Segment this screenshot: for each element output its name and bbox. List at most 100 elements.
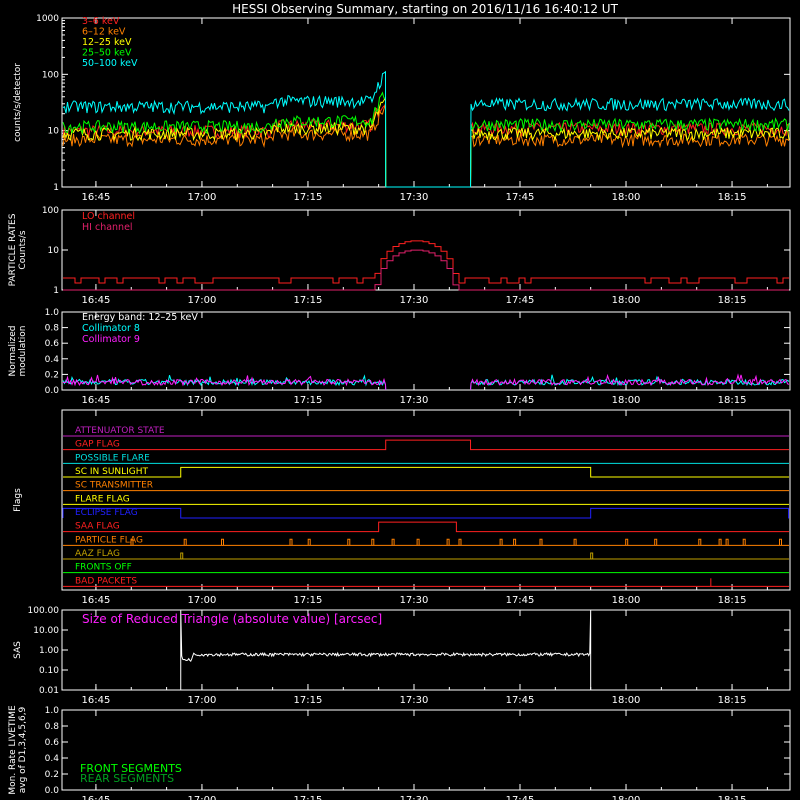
y-tick-label: 0.4 (45, 754, 60, 764)
y-axis-label: avg of D1,3,4,5,6,9 (18, 706, 28, 793)
y-tick-label: 100 (42, 70, 59, 80)
legend-entry: LO channel (82, 211, 135, 222)
flag-label: FRONTS OFF (75, 563, 132, 573)
y-tick-label: 10 (48, 246, 60, 256)
flag-label: SAA FLAG (75, 522, 120, 532)
x-tick-label: 17:30 (400, 395, 429, 406)
y-axis-label: Flags (13, 488, 23, 512)
legend-entry: 25–50 keV (82, 48, 132, 59)
x-tick-label: 17:00 (188, 595, 217, 606)
x-tick-label: 17:15 (294, 695, 323, 706)
y-tick-label: 10 (48, 127, 60, 137)
y-tick-label: 0.8 (45, 722, 60, 732)
y-tick-label: 10.00 (33, 626, 59, 636)
y-axis-label: Normalized (8, 325, 18, 376)
x-tick-label: 17:30 (400, 192, 429, 203)
flag-label: ATTENUATOR STATE (75, 426, 165, 436)
x-tick-label: 18:15 (718, 395, 747, 406)
x-tick-label: 17:15 (294, 192, 323, 203)
x-tick-label: 18:00 (612, 695, 641, 706)
x-tick-label: 16:45 (82, 295, 111, 306)
y-axis-label: SAS (13, 641, 23, 659)
flag-label: AAZ FLAG (75, 549, 120, 559)
x-tick-label: 17:45 (506, 192, 535, 203)
flag-label: FLARE FLAG (75, 494, 130, 504)
x-tick-label: 18:15 (718, 595, 747, 606)
y-tick-label: 1 (53, 286, 59, 296)
y-tick-label: 0.6 (45, 339, 60, 349)
legend-entry: 3–6 keV (82, 16, 120, 27)
legend-entry: REAR SEGMENTS (80, 772, 174, 785)
observing-summary-plot: HESSI Observing Summary, starting on 201… (0, 0, 800, 800)
x-tick-label: 17:45 (506, 395, 535, 406)
x-tick-label: 16:45 (82, 695, 111, 706)
x-tick-label: 17:30 (400, 695, 429, 706)
x-tick-label: 18:00 (612, 595, 641, 606)
x-tick-label: 17:45 (506, 795, 535, 800)
x-tick-label: 16:45 (82, 395, 111, 406)
x-tick-label: 18:00 (612, 295, 641, 306)
y-tick-label: 0.10 (39, 666, 59, 676)
y-tick-label: 1.0 (45, 706, 60, 716)
panel-annotation: Size of Reduced Triangle (absolute value… (82, 612, 382, 626)
x-tick-label: 17:00 (188, 795, 217, 800)
x-tick-label: 18:15 (718, 795, 747, 800)
legend-entry: 6–12 keV (82, 27, 126, 38)
legend-entry: Collimator 9 (82, 334, 140, 345)
flag-label: ECLIPSE FLAG (75, 508, 138, 518)
x-tick-label: 17:15 (294, 595, 323, 606)
x-tick-label: 17:15 (294, 395, 323, 406)
x-tick-label: 18:00 (612, 795, 641, 800)
x-tick-label: 18:15 (718, 192, 747, 203)
y-tick-label: 1 (53, 183, 59, 193)
y-axis-label: PARTICLE RATES (8, 213, 18, 286)
x-tick-label: 17:15 (294, 295, 323, 306)
panel-annotation: Energy band: 12–25 keV (82, 312, 198, 323)
y-tick-label: 1000 (36, 14, 59, 24)
y-tick-label: 0.0 (45, 786, 60, 796)
x-tick-label: 18:15 (718, 295, 747, 306)
y-tick-label: 0.2 (45, 370, 59, 380)
flag-label: SC IN SUNLIGHT (75, 467, 149, 477)
x-tick-label: 17:00 (188, 295, 217, 306)
x-tick-label: 18:15 (718, 695, 747, 706)
plot-title: HESSI Observing Summary, starting on 201… (232, 2, 618, 16)
legend-entry: 50–100 keV (82, 58, 138, 69)
x-tick-label: 16:45 (82, 192, 111, 203)
flag-label: POSSIBLE FLARE (75, 453, 150, 463)
flag-label: SC TRANSMITTER (75, 481, 153, 491)
y-tick-label: 1.00 (39, 646, 59, 656)
x-tick-label: 17:30 (400, 795, 429, 800)
x-tick-label: 17:45 (506, 295, 535, 306)
x-tick-label: 18:00 (612, 395, 641, 406)
y-tick-label: 1.0 (45, 308, 60, 318)
y-tick-label: 0.2 (45, 770, 59, 780)
y-tick-label: 0.0 (45, 386, 60, 396)
y-axis-label: counts/s/detector (13, 63, 23, 142)
y-axis-label: modulation (18, 326, 28, 377)
flag-label: BAD PACKETS (75, 576, 137, 586)
y-tick-label: 100 (42, 206, 59, 216)
y-axis-label: Mon. Rate LIVETIME (8, 705, 18, 795)
x-tick-label: 17:30 (400, 295, 429, 306)
legend-entry: Collimator 8 (82, 323, 140, 334)
y-tick-label: 0.4 (45, 355, 60, 365)
y-axis-label: Counts/s (18, 230, 28, 269)
y-tick-label: 100.00 (28, 606, 60, 616)
x-tick-label: 17:00 (188, 395, 217, 406)
legend-entry: HI channel (82, 222, 133, 233)
x-tick-label: 17:30 (400, 595, 429, 606)
flag-label: GAP FLAG (75, 440, 120, 450)
y-tick-label: 0.6 (45, 738, 60, 748)
x-tick-label: 17:00 (188, 695, 217, 706)
x-tick-label: 17:15 (294, 795, 323, 800)
x-tick-label: 16:45 (82, 595, 111, 606)
y-tick-label: 0.01 (39, 686, 59, 696)
x-tick-label: 17:45 (506, 595, 535, 606)
x-tick-label: 17:45 (506, 695, 535, 706)
legend-entry: 12–25 keV (82, 37, 132, 48)
y-tick-label: 0.8 (45, 324, 60, 334)
x-tick-label: 17:00 (188, 192, 217, 203)
x-tick-label: 18:00 (612, 192, 641, 203)
x-tick-label: 16:45 (82, 795, 111, 800)
